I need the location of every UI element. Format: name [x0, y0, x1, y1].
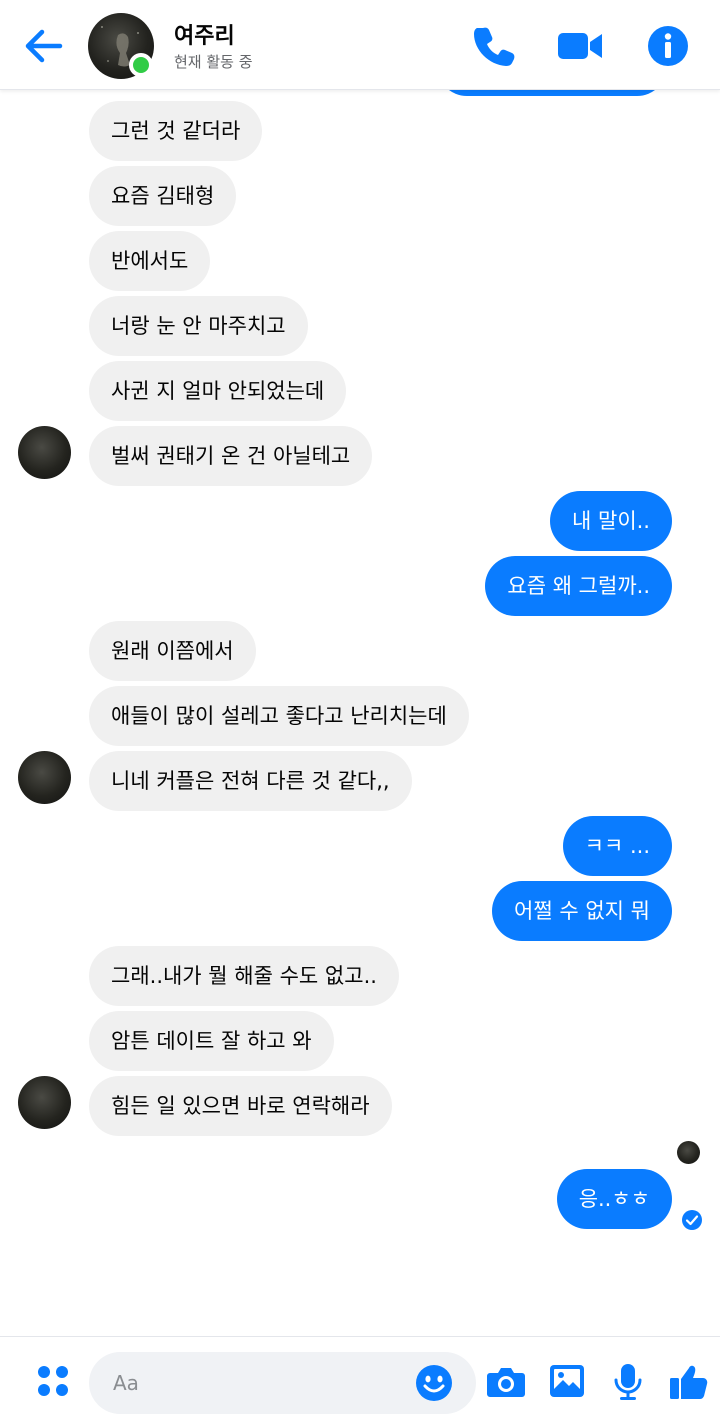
video-camera-icon[interactable]: [556, 22, 604, 70]
four-dots-icon[interactable]: [32, 1360, 76, 1404]
incoming-message-bubble[interactable]: 그래..내가 뭘 해줄 수도 없고..: [89, 946, 399, 1006]
sender-avatar[interactable]: [18, 1076, 71, 1129]
phone-icon[interactable]: [469, 22, 517, 70]
message-input-placeholder: Aa: [113, 1371, 139, 1395]
message-composer: Aa: [0, 1336, 720, 1424]
incoming-message-bubble[interactable]: 반에서도: [89, 231, 211, 291]
incoming-message-bubble[interactable]: 암튼 데이트 잘 하고 와: [89, 1011, 334, 1071]
sender-avatar[interactable]: [18, 751, 71, 804]
message-thread[interactable]: 그런 것 같더라 요즘 김태형 반에서도 너랑 눈 안 마주치고 사귄 지 얼마…: [0, 90, 720, 1336]
contact-name[interactable]: 여주리: [174, 18, 235, 50]
incoming-message-bubble[interactable]: 원래 이쯤에서: [89, 621, 256, 681]
incoming-message-bubble[interactable]: 너랑 눈 안 마주치고: [89, 296, 308, 356]
incoming-message-bubble[interactable]: 애들이 많이 설레고 좋다고 난리치는데: [89, 686, 469, 746]
seen-indicator-avatar: [677, 1141, 700, 1164]
microphone-icon[interactable]: [606, 1360, 650, 1404]
outgoing-message-bubble[interactable]: ㅋㅋ ...: [562, 816, 672, 876]
delivered-check-icon: [681, 1209, 703, 1231]
image-icon[interactable]: [545, 1359, 589, 1403]
incoming-message-bubble[interactable]: 벌써 권태기 온 건 아닐테고: [89, 426, 373, 486]
incoming-message-bubble[interactable]: 그런 것 같더라: [89, 101, 263, 161]
incoming-message-bubble[interactable]: 힘든 일 있으면 바로 연락해라: [89, 1076, 392, 1136]
incoming-message-bubble[interactable]: 니네 커플은 전혀 다른 것 같다,,: [89, 751, 412, 811]
outgoing-message-bubble[interactable]: 응..ㅎㅎ: [556, 1169, 672, 1229]
active-status: 현재 활동 중: [174, 53, 253, 71]
online-status-dot: [129, 53, 153, 77]
back-arrow-icon[interactable]: [20, 22, 68, 70]
outgoing-message-bubble[interactable]: 요즘 왜 그럴까..: [485, 556, 672, 616]
incoming-message-bubble[interactable]: 요즘 김태형: [89, 166, 237, 226]
conversation-header: 여주리 현재 활동 중: [0, 0, 720, 90]
outgoing-message-bubble[interactable]: 내 말이..: [550, 491, 672, 551]
camera-icon[interactable]: [484, 1360, 528, 1404]
smiley-icon[interactable]: [415, 1364, 453, 1402]
sender-avatar[interactable]: [18, 426, 71, 479]
outgoing-message-bubble[interactable]: 어쩔 수 없지 뭐: [492, 881, 672, 941]
outgoing-message-bubble[interactable]: [437, 90, 667, 96]
thumbs-up-icon[interactable]: [667, 1359, 711, 1403]
incoming-message-bubble[interactable]: 사귄 지 얼마 안되었는데: [89, 361, 347, 421]
message-input[interactable]: Aa: [89, 1352, 476, 1414]
info-icon[interactable]: [644, 22, 692, 70]
